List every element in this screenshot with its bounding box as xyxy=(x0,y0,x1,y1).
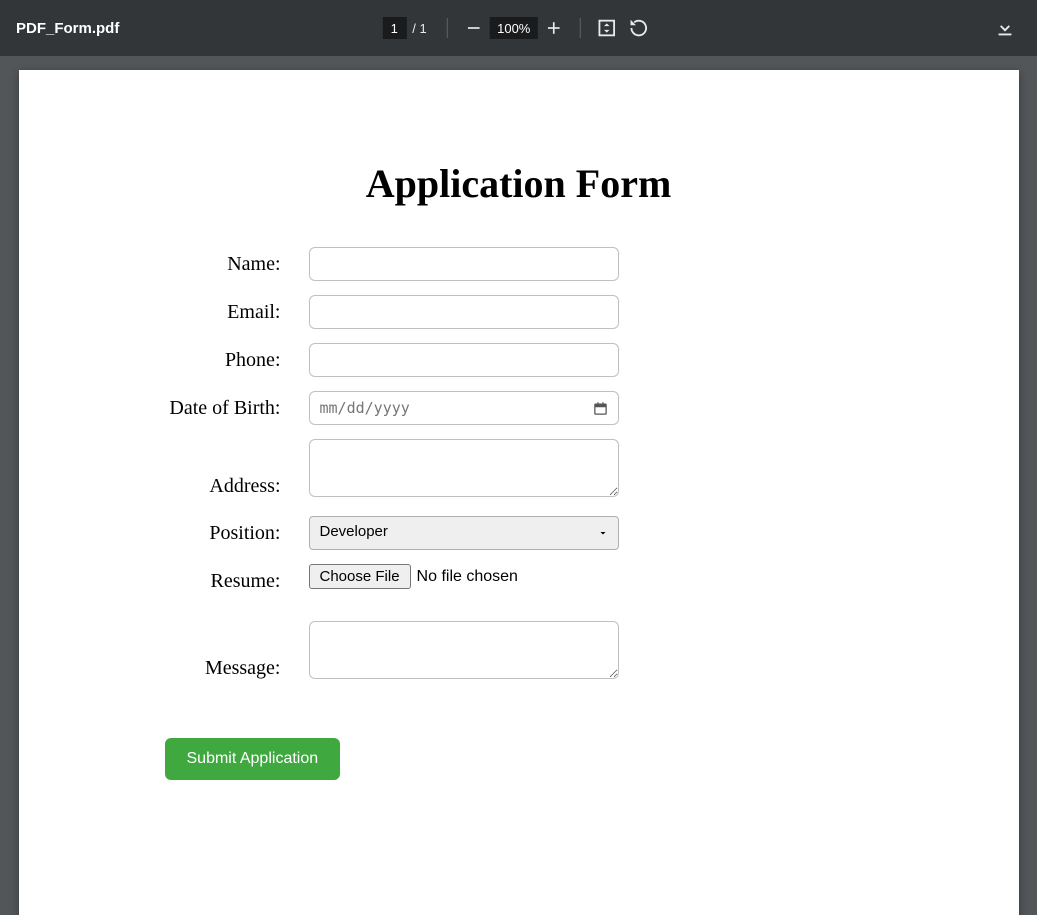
address-field[interactable] xyxy=(309,439,619,497)
pdf-viewport[interactable]: Application Form Name: Email: Phone: Dat… xyxy=(0,56,1037,915)
row-message: Message: xyxy=(129,621,909,684)
submit-button[interactable]: Submit Application xyxy=(165,738,341,780)
rotate-button[interactable] xyxy=(623,12,655,44)
row-position: Position: Developer xyxy=(129,516,909,550)
calendar-icon xyxy=(593,401,608,416)
email-field[interactable] xyxy=(309,295,619,329)
divider xyxy=(580,18,581,38)
filename: PDF_Form.pdf xyxy=(16,20,119,37)
phone-field[interactable] xyxy=(309,343,619,377)
rotate-icon xyxy=(628,17,650,39)
zoom-in-button[interactable] xyxy=(538,12,570,44)
label-address: Address: xyxy=(129,475,309,502)
fit-page-button[interactable] xyxy=(591,12,623,44)
pdf-page: Application Form Name: Email: Phone: Dat… xyxy=(19,70,1019,915)
row-dob: Date of Birth: mm/dd/yyyy xyxy=(129,391,909,425)
page-total-value: 1 xyxy=(420,21,427,36)
dob-placeholder: mm/dd/yyyy xyxy=(320,399,410,417)
download-icon xyxy=(994,17,1016,39)
position-select[interactable]: Developer xyxy=(309,516,619,550)
pdf-toolbar: PDF_Form.pdf / 1 xyxy=(0,0,1037,56)
zoom-level-input[interactable] xyxy=(490,17,538,39)
divider xyxy=(447,18,448,38)
label-position: Position: xyxy=(129,516,309,545)
file-status-text: No file chosen xyxy=(417,568,518,586)
fit-page-icon xyxy=(596,17,618,39)
minus-icon xyxy=(464,18,484,38)
label-email: Email: xyxy=(129,295,309,324)
page-number-input[interactable] xyxy=(382,17,406,39)
row-resume: Resume: Choose File No file chosen xyxy=(129,564,909,593)
message-field[interactable] xyxy=(309,621,619,679)
label-dob: Date of Birth: xyxy=(129,391,309,420)
dob-field[interactable]: mm/dd/yyyy xyxy=(309,391,619,425)
choose-file-button[interactable]: Choose File xyxy=(309,564,411,589)
page-total: / 1 xyxy=(406,21,436,36)
label-message: Message: xyxy=(129,657,309,684)
row-address: Address: xyxy=(129,439,909,502)
row-phone: Phone: xyxy=(129,343,909,377)
row-name: Name: xyxy=(129,247,909,281)
row-email: Email: xyxy=(129,295,909,329)
download-button[interactable] xyxy=(989,12,1021,44)
toolbar-center: / 1 xyxy=(382,12,654,44)
name-field[interactable] xyxy=(309,247,619,281)
page-title: Application Form xyxy=(129,160,909,207)
label-phone: Phone: xyxy=(129,343,309,372)
plus-icon xyxy=(544,18,564,38)
toolbar-right xyxy=(989,12,1021,44)
label-name: Name: xyxy=(129,247,309,276)
label-resume: Resume: xyxy=(129,564,309,593)
zoom-out-button[interactable] xyxy=(458,12,490,44)
